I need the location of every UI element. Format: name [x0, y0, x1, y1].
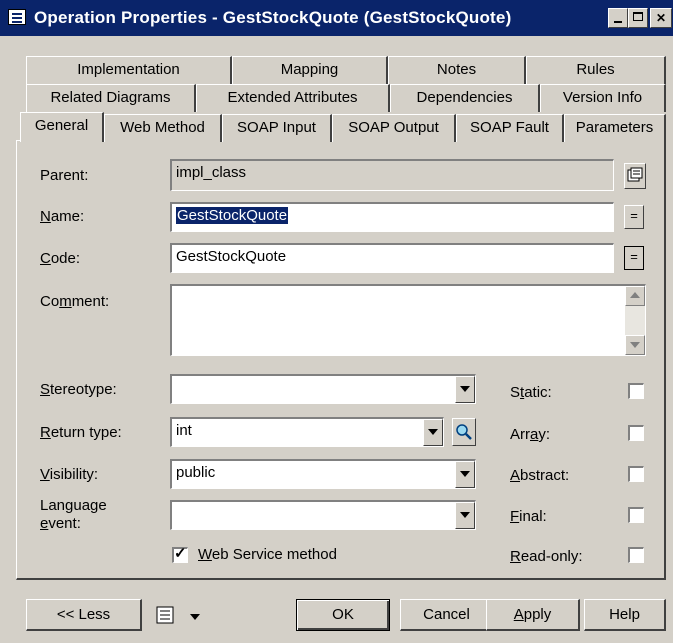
minimize-icon	[614, 21, 622, 23]
tab-general[interactable]: General	[20, 112, 104, 142]
parent-properties-button[interactable]	[624, 163, 646, 189]
cancel-button[interactable]: Cancel	[400, 599, 494, 631]
scroll-down-button[interactable]	[625, 335, 645, 355]
tab-related-diagrams[interactable]: Related Diagrams	[26, 84, 196, 112]
magnifier-icon	[456, 424, 472, 440]
name-label: Name:	[40, 208, 85, 225]
readonly-label: Read-only:	[510, 548, 583, 565]
visibility-value: public	[176, 464, 216, 481]
web-service-label: Web Service method	[198, 546, 337, 563]
comment-textarea[interactable]	[170, 284, 646, 356]
final-checkbox[interactable]	[628, 507, 644, 523]
comment-label: Comment:	[40, 293, 110, 310]
chevron-down-icon[interactable]	[455, 502, 475, 529]
apply-button[interactable]: Apply	[486, 599, 580, 631]
parent-label: Parent:	[40, 167, 89, 184]
maximize-button[interactable]	[628, 8, 648, 28]
return-type-combo[interactable]: int	[170, 417, 444, 447]
ok-button[interactable]: OK	[296, 599, 390, 631]
tab-web-method[interactable]: Web Method	[104, 114, 222, 142]
code-equals-button[interactable]: =	[624, 246, 644, 270]
chevron-down-icon[interactable]	[423, 419, 443, 446]
properties-icon	[627, 167, 643, 182]
close-icon: ✕	[655, 11, 667, 25]
close-button[interactable]: ✕	[650, 8, 672, 28]
tab-dependencies[interactable]: Dependencies	[390, 84, 540, 112]
name-field[interactable]: GestStockQuote	[170, 202, 614, 232]
parent-value: impl_class	[176, 164, 247, 181]
visibility-combo[interactable]: public	[170, 459, 476, 489]
tab-rules[interactable]: Rules	[526, 56, 666, 84]
help-button[interactable]: Help	[584, 599, 666, 631]
abstract-checkbox[interactable]	[628, 466, 644, 482]
code-value: GestStockQuote	[176, 248, 287, 265]
window-title: Operation Properties - GestStockQuote (G…	[34, 8, 512, 27]
abstract-label: Abstract:	[510, 467, 570, 484]
checkmark-icon: ✓	[174, 545, 187, 562]
language-event-combo[interactable]	[170, 500, 476, 530]
static-label: Static:	[510, 384, 552, 401]
stereotype-label: Stereotype:	[40, 381, 117, 398]
language-event-label-line1: Language	[40, 497, 107, 514]
return-type-browse-button[interactable]	[452, 418, 476, 446]
window-icon	[8, 9, 26, 25]
parent-field: impl_class	[170, 159, 614, 191]
less-button[interactable]: << Less	[26, 599, 142, 631]
name-equals-button[interactable]: =	[624, 205, 644, 229]
name-value: GestStockQuote	[176, 207, 289, 224]
language-event-label-line2: event:	[40, 515, 81, 532]
menu-button[interactable]	[152, 602, 208, 630]
readonly-checkbox[interactable]	[628, 547, 644, 563]
tab-parameters[interactable]: Parameters	[564, 114, 666, 142]
return-type-value: int	[176, 422, 192, 439]
maximize-icon	[633, 12, 643, 21]
comment-scrollbar[interactable]	[625, 286, 645, 355]
return-type-label: Return type:	[40, 424, 122, 441]
code-field[interactable]: GestStockQuote	[170, 243, 614, 273]
final-label: Final:	[510, 508, 547, 525]
tab-soap-input[interactable]: SOAP Input	[222, 114, 332, 142]
visibility-label: Visibility:	[40, 466, 99, 483]
tab-implementation[interactable]: Implementation	[26, 56, 232, 84]
tab-notes[interactable]: Notes	[388, 56, 526, 84]
scroll-up-button[interactable]	[625, 286, 645, 306]
stereotype-combo[interactable]	[170, 374, 476, 404]
chevron-down-icon	[190, 614, 200, 620]
array-label: Array:	[510, 426, 551, 443]
title-bar[interactable]: Operation Properties - GestStockQuote (G…	[0, 0, 673, 36]
tab-version-info[interactable]: Version Info	[540, 84, 666, 112]
scroll-up-icon	[630, 292, 640, 298]
web-service-checkbox[interactable]: ✓	[172, 545, 188, 563]
chevron-down-icon[interactable]	[455, 461, 475, 488]
list-menu-icon	[156, 606, 174, 624]
chevron-down-icon[interactable]	[455, 376, 475, 403]
static-checkbox[interactable]	[628, 383, 644, 399]
tab-mapping[interactable]: Mapping	[232, 56, 388, 84]
array-checkbox[interactable]	[628, 425, 644, 441]
minimize-button[interactable]	[608, 8, 628, 28]
scroll-down-icon	[630, 342, 640, 348]
code-label: Code:	[40, 250, 81, 267]
tab-extended-attributes[interactable]: Extended Attributes	[196, 84, 390, 112]
tab-soap-fault[interactable]: SOAP Fault	[456, 114, 564, 142]
tab-soap-output[interactable]: SOAP Output	[332, 114, 456, 142]
